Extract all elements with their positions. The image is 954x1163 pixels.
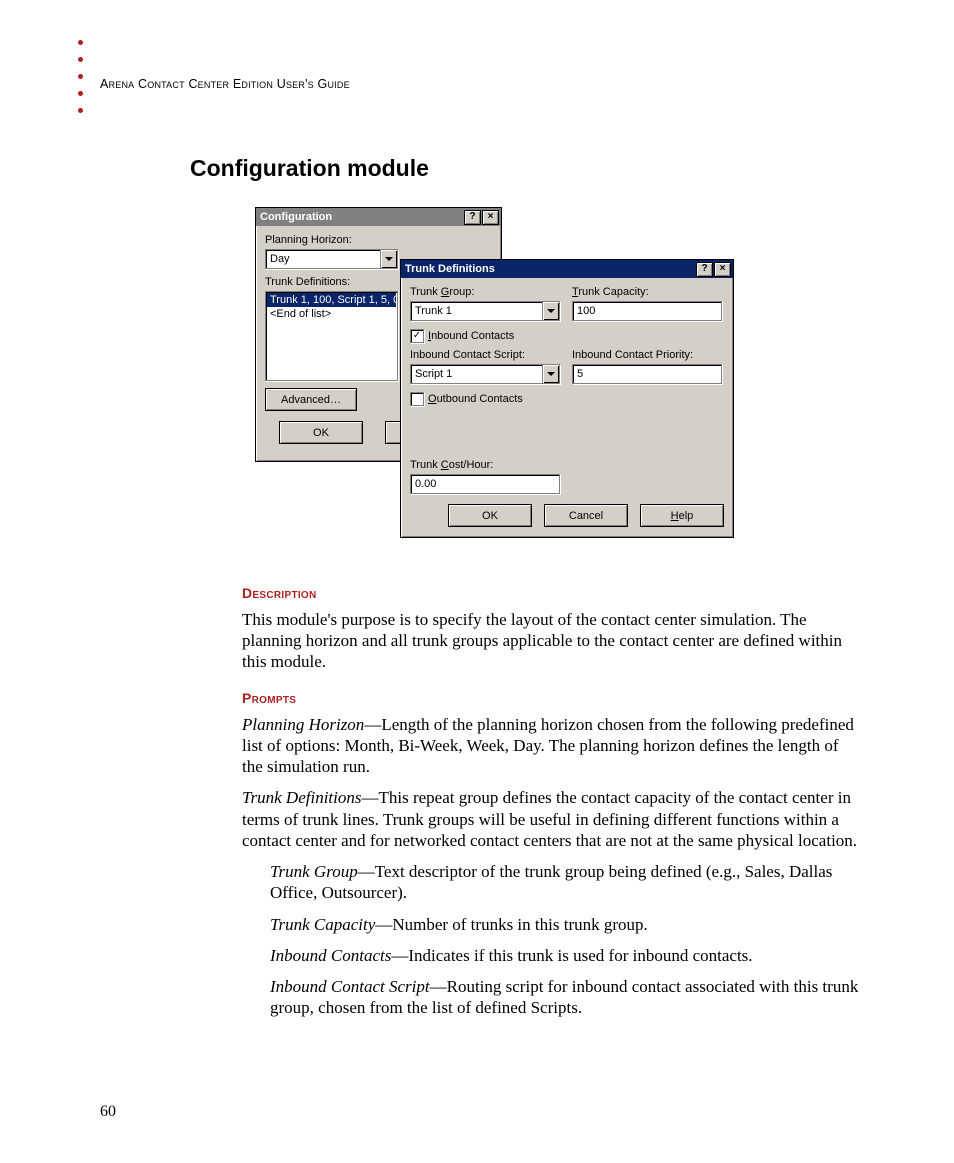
prompt-inbound-contacts: Inbound Contacts—Indicates if this trunk… [270, 945, 862, 966]
inbound-script-combo[interactable]: Script 1 [410, 364, 560, 384]
prompt-trunk-definitions: Trunk Definitions—This repeat group defi… [242, 787, 862, 851]
planning-horizon-value: Day [266, 253, 380, 265]
prompt-planning-horizon: Planning Horizon—Length of the planning … [242, 714, 862, 778]
description-text: This module's purpose is to specify the … [242, 609, 862, 673]
chevron-down-icon[interactable] [542, 302, 559, 320]
close-icon[interactable]: × [714, 262, 731, 277]
section-heading: Configuration module [190, 155, 429, 182]
configuration-title: Configuration [260, 211, 463, 223]
inbound-script-label: Inbound Contact Script: [410, 349, 562, 361]
checkbox-icon [410, 392, 424, 406]
prompts-heading: Prompts [242, 690, 862, 708]
list-item[interactable]: <End of list> [267, 307, 396, 321]
ok-button[interactable]: OK [448, 504, 532, 527]
trunk-group-value: Trunk 1 [411, 305, 542, 317]
trunk-definitions-dialog: Trunk Definitions ? × Trunk Group: Trunk… [400, 259, 734, 538]
trunk-capacity-value: 100 [577, 305, 595, 317]
trunk-definitions-title: Trunk Definitions [405, 263, 695, 275]
planning-horizon-label: Planning Horizon: [265, 234, 492, 246]
outbound-contacts-label: Outbound Contacts [428, 393, 523, 405]
ok-button[interactable]: OK [279, 421, 363, 444]
running-head-text: Arena Contact Center Edition User's Guid… [100, 77, 350, 91]
trunk-capacity-label: Trunk Capacity: [572, 286, 724, 298]
prompt-trunk-capacity: Trunk Capacity—Number of trunks in this … [270, 914, 862, 935]
chevron-down-icon[interactable] [542, 365, 559, 383]
cancel-button[interactable]: Cancel [544, 504, 628, 527]
margin-dots [78, 40, 83, 113]
inbound-script-value: Script 1 [411, 368, 542, 380]
trunk-definitions-titlebar: Trunk Definitions ? × [401, 260, 733, 278]
running-head: Arena Contact Center Edition User's Guid… [100, 77, 350, 91]
inbound-priority-input[interactable]: 5 [572, 364, 722, 384]
trunk-cost-value: 0.00 [415, 478, 436, 490]
help-icon[interactable]: ? [696, 262, 713, 277]
planning-horizon-combo[interactable]: Day [265, 249, 398, 269]
prompt-trunk-group: Trunk Group—Text descriptor of the trunk… [270, 861, 862, 904]
chevron-down-icon[interactable] [380, 250, 397, 268]
inbound-contacts-label: Inbound Contacts [428, 330, 514, 342]
trunk-cost-input[interactable]: 0.00 [410, 474, 560, 494]
trunk-definitions-listbox[interactable]: Trunk 1, 100, Script 1, 5, 0.0 <End of l… [265, 291, 398, 381]
trunk-group-combo[interactable]: Trunk 1 [410, 301, 560, 321]
trunk-cost-label: Trunk Cost/Hour: [410, 459, 724, 471]
inbound-contacts-checkbox[interactable]: ✓ Inbound Contacts [410, 329, 514, 343]
outbound-contacts-checkbox[interactable]: Outbound Contacts [410, 392, 523, 406]
trunk-group-label: Trunk Group: [410, 286, 562, 298]
page-number: 60 [100, 1103, 116, 1121]
help-button[interactable]: Help [640, 504, 724, 527]
advanced-button[interactable]: Advanced… [265, 388, 357, 411]
prompt-inbound-script: Inbound Contact Script—Routing script fo… [270, 976, 862, 1019]
description-heading: Description [242, 585, 862, 603]
help-icon[interactable]: ? [464, 210, 481, 225]
trunk-capacity-input[interactable]: 100 [572, 301, 722, 321]
close-icon[interactable]: × [482, 210, 499, 225]
inbound-priority-value: 5 [577, 368, 583, 380]
inbound-priority-label: Inbound Contact Priority: [572, 349, 724, 361]
configuration-titlebar: Configuration ? × [256, 208, 501, 226]
checkbox-icon: ✓ [410, 329, 424, 343]
list-item[interactable]: Trunk 1, 100, Script 1, 5, 0.0 [267, 293, 396, 307]
